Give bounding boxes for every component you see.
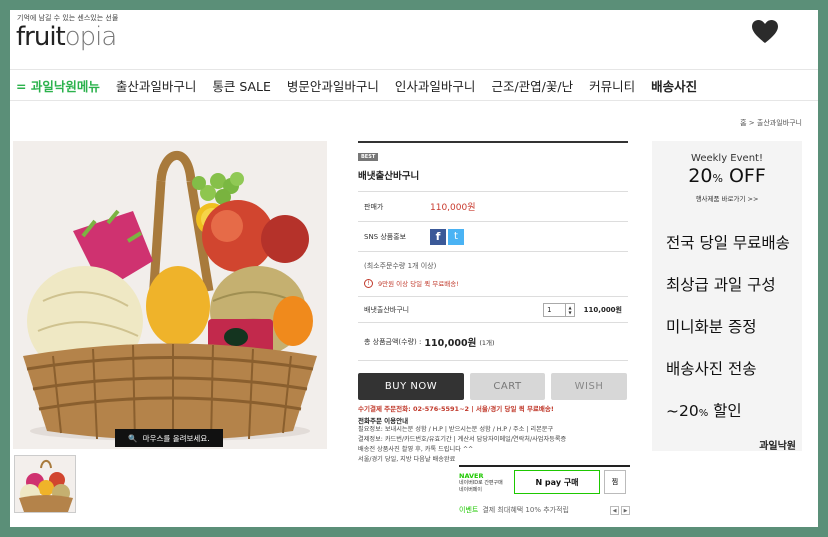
product-main-image[interactable] — [13, 141, 327, 449]
off-number: 20 — [688, 165, 713, 187]
nav-item-sale[interactable]: 통큰 SALE — [212, 76, 271, 95]
jjim-button[interactable]: 찜 — [604, 470, 626, 494]
breadcrumb-home[interactable]: 홈 — [740, 119, 746, 127]
facebook-icon[interactable]: f — [430, 228, 446, 245]
guide-line: 필요정보: 보내시는분 성함 / H.P | 받으시는분 성함 / H.P / … — [358, 426, 554, 433]
option-name: 배냇출산바구니 — [364, 305, 410, 314]
wish-button[interactable]: WISH — [551, 373, 627, 400]
off-headline: 20% OFF — [652, 165, 802, 187]
discount-number: ~20 — [666, 402, 699, 420]
nav-item-birth-basket[interactable]: 출산과일바구니 — [116, 76, 197, 95]
price-row: 판매가 110,000원 — [358, 192, 628, 222]
phone-order-line: 수기결제 주문전화: 02-576-5591~2 | 서울/경기 당일 퀵 무료… — [358, 405, 554, 413]
naver-pay-box: NAVER 네이버ID로 간편구매 네이버페이 N pay 구매 찜 — [459, 465, 630, 499]
sns-row: SNS 상품홍보 f t — [358, 222, 628, 252]
sns-label: SNS 상품홍보 — [364, 232, 407, 241]
weekly-event-banner[interactable]: Weekly Event! 20% OFF 행사제품 바로가기 >> 전국 당일… — [652, 141, 802, 452]
buy-now-button[interactable]: BUY NOW — [358, 373, 464, 400]
breadcrumb-separator: > — [748, 119, 755, 127]
event-text: 결제 최대혜택 10% 추가적립 — [482, 506, 569, 514]
free-delivery-notice: ! 9만원 이상 당일 퀵 무료배송! — [358, 274, 628, 297]
breadcrumb: 홈 > 출산과일바구니 — [740, 118, 802, 128]
naver-desc-line1: 네이버ID로 간편구매 — [459, 480, 503, 486]
zoom-hint: 🔍 마우스를 올려보세요. — [115, 429, 223, 447]
nav-item-community[interactable]: 커뮤니티 — [589, 76, 635, 95]
fruit-basket-thumb — [15, 456, 75, 512]
off-percent: % — [712, 172, 723, 185]
zoom-hint-text: 마우스를 올려보세요. — [142, 433, 210, 443]
breadcrumb-current[interactable]: 출산과일바구니 — [757, 119, 802, 127]
site-logo[interactable]: fruitopia — [16, 22, 118, 52]
guide-title: 전화주문 이용안내 — [358, 417, 409, 425]
divider — [358, 141, 628, 143]
naver-event: 이벤트 결제 최대혜택 10% 추가적립 ◀ ▶ — [459, 505, 630, 515]
cart-button[interactable]: CART — [470, 373, 545, 400]
action-buttons: BUY NOW CART WISH — [358, 373, 628, 400]
caret-down-icon[interactable]: ▼ — [569, 310, 572, 315]
total-label: 총 상품금액(수량) : — [364, 337, 422, 346]
promo-line: 미니화분 증정 — [666, 318, 757, 336]
promo-line: 최상급 과일 구성 — [666, 276, 776, 294]
quantity-stepper[interactable]: 1 ▲ ▼ — [543, 302, 576, 317]
logo-part2: opia — [64, 22, 118, 52]
option-price: 110,000원 — [583, 305, 622, 314]
nav-item-visit-basket[interactable]: 병문안과일바구니 — [287, 76, 379, 95]
product-thumbnail[interactable] — [14, 455, 76, 513]
product-info: BEST 배냇출산바구니 판매가 110,000원 SNS 상품홍보 f t (… — [358, 141, 628, 465]
promo-line: 전국 당일 무료배송 — [666, 234, 790, 252]
twitter-icon[interactable]: t — [448, 228, 464, 245]
off-word: OFF — [728, 165, 766, 187]
stepper-arrows[interactable]: ▲ ▼ — [565, 303, 574, 316]
total-row: 총 상품금액(수량) : 110,000원 (1개) — [358, 323, 628, 361]
next-icon[interactable]: ▶ — [621, 505, 630, 515]
event-link[interactable]: 행사제품 바로가기 >> — [652, 193, 802, 203]
npay-buy-button[interactable]: N pay 구매 — [514, 470, 600, 494]
heart-icon[interactable] — [752, 20, 778, 44]
page: 기억에 남길 수 있는 센스있는 선물 fruitopia = 과일낙원메뉴 출… — [10, 10, 818, 527]
discount-word: 할인 — [713, 402, 742, 420]
product-name: 배냇출산바구니 — [358, 168, 628, 192]
nav-item-greeting-basket[interactable]: 인사과일바구니 — [395, 76, 476, 95]
notice-text: 9만원 이상 당일 퀵 무료배송! — [378, 280, 459, 288]
nav-item-menu[interactable]: = 과일낙원메뉴 — [16, 76, 100, 95]
event-label[interactable]: 이벤트 — [459, 505, 478, 515]
guide-line: 결제정보: 카드번/카드번호/유효기간 | 계산서 담당자이메일/연락처/사업자… — [358, 436, 567, 443]
quantity-value[interactable]: 1 — [544, 304, 565, 316]
fruit-basket-illustration — [13, 141, 327, 449]
logo-part1: fruit — [16, 22, 66, 52]
magnifier-icon: 🔍 — [128, 433, 138, 443]
price-value: 110,000원 — [430, 203, 476, 213]
min-quantity: (최소주문수량 1개 이상) — [364, 262, 437, 270]
price-label: 판매가 — [364, 202, 384, 211]
promo-brand: 과일낙원 — [759, 441, 796, 452]
prev-icon[interactable]: ◀ — [610, 505, 619, 515]
nav-item-delivery-photos[interactable]: 배송사진 — [651, 76, 697, 95]
guide-line: 배송전 상품사진 촬영 후, 카톡 드립니다 ^^ — [358, 446, 474, 453]
weekly-event-title: Weekly Event! — [691, 153, 763, 164]
naver-desc: 네이버ID로 간편구매 네이버페이 — [459, 480, 503, 494]
guide-line: 서울/경기 당일, 지방 다음날 배송완료 — [358, 456, 456, 463]
alert-icon: ! — [364, 278, 373, 288]
promo-discount: ~20% 할인 — [666, 399, 802, 421]
promo-line: 배송사진 전송 — [666, 360, 757, 378]
total-count: (1개) — [479, 338, 495, 347]
option-row: 배냇출산바구니 1 ▲ ▼ 110,000원 — [358, 297, 628, 323]
best-badge: BEST — [358, 153, 379, 161]
discount-percent: % — [698, 408, 709, 419]
site-header: 기억에 남길 수 있는 센스있는 선물 fruitopia — [10, 10, 818, 68]
naver-logo: NAVER — [459, 472, 484, 480]
naver-desc-line2: 네이버페이 — [459, 487, 483, 493]
nav-item-flowers[interactable]: 근조/관엽/꽃/난 — [491, 76, 573, 95]
main-nav: = 과일낙원메뉴 출산과일바구니 통큰 SALE 병문안과일바구니 인사과일바구… — [10, 69, 818, 101]
total-value: 110,000원 — [424, 337, 477, 349]
event-arrows: ◀ ▶ — [610, 505, 630, 515]
